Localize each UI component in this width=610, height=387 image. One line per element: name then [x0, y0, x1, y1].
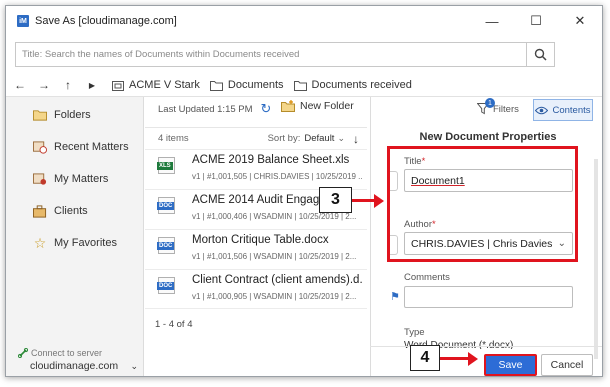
type-label: Type — [404, 327, 425, 338]
new-folder-label: New Folder — [300, 100, 354, 112]
comments-label: Comments — [404, 272, 450, 283]
search-icon — [534, 48, 547, 61]
back-arrow-icon[interactable]: ← — [10, 78, 30, 92]
item-count: 4 items — [158, 133, 189, 144]
sidebar-item-clients[interactable]: Clients — [6, 195, 143, 227]
star-icon: ☆ — [33, 234, 47, 251]
sidebar-item-label: My Favorites — [54, 237, 117, 249]
new-folder-icon — [281, 100, 295, 112]
sidebar-item-label: Recent Matters — [54, 141, 129, 153]
expand-triangle-icon[interactable]: ▶ — [82, 81, 102, 90]
filters-label: Filters — [493, 103, 519, 115]
minimize-button[interactable]: — — [470, 6, 514, 36]
comment-flag-icon: ⚑ — [390, 291, 400, 303]
recent-matters-icon — [33, 140, 47, 154]
sidebar-item-label: My Matters — [54, 173, 109, 185]
maximize-button[interactable]: ☐ — [514, 6, 558, 36]
document-list-pane: Last Updated 1:15 PM ↻ New Folder 4 item… — [145, 97, 367, 376]
word-file-icon: DOC — [157, 197, 175, 214]
sidebar: Folders Recent Matters My Matters Client… — [6, 97, 144, 376]
sort-direction-icon[interactable]: ↓ — [353, 132, 359, 146]
document-name: Morton Critique Table.docx — [192, 234, 329, 246]
cancel-button[interactable]: Cancel — [541, 354, 593, 376]
forward-arrow-icon[interactable]: → — [34, 78, 54, 92]
new-folder-button[interactable]: New Folder — [281, 100, 354, 112]
panel-scrollbar[interactable] — [594, 159, 598, 359]
search-button[interactable] — [526, 43, 554, 66]
sidebar-item-label: Folders — [54, 109, 91, 121]
breadcrumb-item-documents-received[interactable]: Documents received — [293, 79, 412, 91]
document-meta: v1 | #1,001,505 | CHRIS.DAVIES | 10/25/2… — [192, 172, 362, 181]
matter-icon — [112, 80, 124, 91]
app-icon: iM — [17, 15, 29, 27]
highlight-box — [387, 146, 578, 262]
window-title: Save As [cloudimanage.com] — [35, 15, 177, 27]
close-button[interactable]: ✕ — [558, 6, 602, 36]
contents-toggle[interactable]: Contents — [533, 99, 593, 121]
folder-icon — [209, 80, 223, 91]
search-input[interactable]: Title: Search the names of Documents wit… — [15, 42, 555, 67]
sort-value: Default — [304, 133, 335, 144]
list-item[interactable]: DOC Morton Critique Table.docx v1 | #1,0… — [145, 229, 367, 269]
filter-count-badge: 1 — [485, 98, 495, 108]
contents-label: Contents — [552, 104, 591, 116]
list-header: 4 items Sort by: Default ⌄ ↓ — [145, 127, 367, 149]
sidebar-item-my-favorites[interactable]: ☆ My Favorites — [6, 227, 143, 259]
folder-icon — [293, 80, 307, 91]
sidebar-item-recent-matters[interactable]: Recent Matters — [6, 131, 143, 163]
search-placeholder: Title: Search the names of Documents wit… — [22, 49, 300, 60]
word-file-icon: DOC — [157, 277, 175, 294]
breadcrumb-item-matter[interactable]: ACME V Stark — [112, 79, 200, 91]
link-icon — [18, 348, 28, 358]
arrow-head-icon — [468, 352, 478, 366]
chevron-down-icon: ⌄ — [337, 133, 345, 143]
panel-heading: New Document Properties — [419, 131, 557, 143]
comments-field[interactable] — [404, 286, 573, 308]
window-controls: — ☐ ✕ — [470, 6, 602, 36]
filters-button[interactable]: 1 Filters — [476, 98, 519, 115]
sidebar-item-folders[interactable]: Folders — [6, 99, 143, 131]
arrow-head-icon — [374, 194, 384, 208]
clients-icon — [33, 204, 47, 218]
divider — [370, 346, 602, 347]
last-updated: Last Updated 1:15 PM ↻ — [158, 101, 271, 117]
sort-label: Sort by: — [267, 133, 301, 144]
breadcrumb-label: Documents received — [311, 79, 412, 91]
step-4-arrow — [440, 357, 470, 360]
my-matters-icon — [33, 172, 47, 185]
breadcrumb-label: Documents — [227, 79, 284, 91]
sidebar-item-my-matters[interactable]: My Matters — [6, 163, 143, 195]
document-name: ACME 2019 Balance Sheet.xls — [192, 154, 350, 166]
breadcrumb-item-documents[interactable]: Documents — [209, 79, 284, 91]
excel-file-icon: XLS — [157, 157, 175, 174]
connect-label: Connect to server — [31, 348, 103, 358]
save-button[interactable]: Save — [484, 354, 537, 376]
breadcrumb-label: ACME V Stark — [129, 79, 200, 91]
step-3-callout: 3 — [319, 187, 352, 213]
document-meta: v1 | #1,001,506 | WSADMIN | 10/25/2019 |… — [192, 252, 357, 261]
document-meta: v1 | #1,000,406 | WSADMIN | 10/25/2019 |… — [192, 212, 357, 221]
sidebar-item-label: Clients — [54, 205, 88, 217]
document-meta: v1 | #1,000,905 | WSADMIN | 10/25/2019 |… — [192, 292, 357, 301]
step-4-callout: 4 — [410, 345, 440, 371]
refresh-icon[interactable]: ↻ — [261, 101, 272, 117]
eye-icon — [535, 106, 549, 114]
pagination-status: 1 - 4 of 4 — [155, 319, 193, 330]
document-name: Client Contract (client amends).d... — [192, 274, 362, 286]
list-item[interactable]: XLS ACME 2019 Balance Sheet.xls v1 | #1,… — [145, 149, 367, 189]
sort-by-control[interactable]: Sort by: Default ⌄ ↓ — [268, 132, 359, 146]
chevron-down-icon[interactable]: ⌄ — [130, 361, 138, 372]
title-bar: iM Save As [cloudimanage.com] — ☐ ✕ — [6, 6, 602, 36]
breadcrumb: ← → ↑ ▶ ACME V Stark Documents Documents… — [6, 74, 602, 96]
server-name: cloudimanage.com — [30, 360, 119, 372]
list-item[interactable]: DOC Client Contract (client amends).d...… — [145, 269, 367, 309]
connect-to-server[interactable]: Connect to server cloudimanage.com ⌄ — [18, 348, 138, 372]
up-arrow-icon[interactable]: ↑ — [58, 78, 78, 92]
word-file-icon: DOC — [157, 237, 175, 254]
folder-icon — [33, 110, 47, 121]
last-updated-label: Last Updated 1:15 PM — [158, 103, 253, 115]
step-3-arrow — [352, 199, 376, 202]
